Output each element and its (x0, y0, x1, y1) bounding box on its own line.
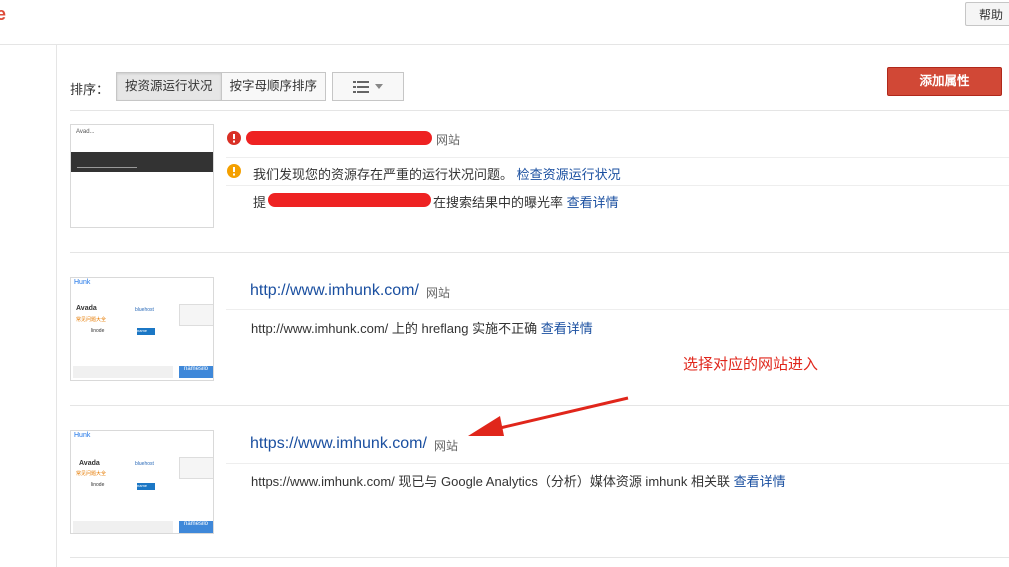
sort-toggle-group: 按资源运行状况 按字母顺序排序 (116, 72, 327, 101)
thumb-namesilo: namesilo (179, 521, 213, 533)
toolbar-divider (70, 110, 1009, 111)
property-thumbnail[interactable]: Hunk Avada bluehost 常见问题大全 linode name n… (70, 430, 214, 534)
thumb-logo: Hunk (74, 279, 91, 286)
sort-label: 排序： (70, 82, 110, 97)
row-divider (226, 309, 1009, 310)
view-mode-dropdown[interactable] (332, 72, 404, 101)
thumb-avada: Avada (76, 305, 97, 312)
brand-logo-fragment[interactable]: e (0, 4, 6, 25)
annotation-label: 选择对应的网站进入 (683, 356, 819, 373)
property-divider (70, 252, 1009, 253)
thumb-faq: 常见问题大全 (76, 471, 107, 477)
thumbnail-title: Avad... (76, 129, 95, 135)
row-divider (226, 463, 1009, 464)
property-divider (70, 557, 1009, 558)
thumb-linode: linode (91, 328, 105, 334)
property-message: https://www.imhunk.com/ 现已与 Google Analy… (251, 471, 786, 490)
view-details-link[interactable]: 查看详情 (567, 195, 619, 210)
chevron-down-icon (375, 84, 383, 89)
sidebar-divider (56, 44, 57, 567)
sort-alphabetical-button[interactable]: 按字母顺序排序 (221, 72, 327, 101)
redacted-url (246, 131, 432, 145)
thumb-avada: Avada (79, 460, 100, 467)
info-prefix: 提 (253, 195, 267, 210)
row-divider (226, 185, 1009, 186)
sort-by-health-button[interactable]: 按资源运行状况 (116, 72, 222, 101)
annotation-arrow (468, 396, 629, 436)
view-details-link[interactable]: 查看详情 (541, 321, 593, 336)
check-health-link[interactable]: 检查资源运行状况 (517, 167, 621, 182)
header-divider (0, 44, 1009, 45)
hreflang-message-text: http://www.imhunk.com/ 上的 hreflang 实施不正确 (251, 321, 538, 336)
property-message: http://www.imhunk.com/ 上的 hreflang 实施不正确… (251, 318, 593, 337)
thumb-logo: Hunk (74, 432, 91, 439)
thumb-linode: linode (91, 482, 105, 488)
health-alert-message: 我们发现您的资源存在严重的运行状况问题。 检查资源运行状况 (253, 164, 621, 183)
analytics-message-text: https://www.imhunk.com/ 现已与 Google Analy… (251, 474, 730, 489)
property-thumbnail[interactable]: Hunk Avada bluehost 常见问题大全 linode name n… (70, 277, 214, 381)
redacted-url (268, 193, 431, 207)
help-button[interactable]: 帮助 (965, 2, 1009, 26)
property-type: 网站 (436, 133, 461, 147)
property-thumbnail[interactable]: Avad... (70, 124, 214, 228)
thumb-faq: 常见问题大全 (76, 317, 107, 323)
health-alert-text: 我们发现您的资源存在严重的运行状况问题。 (253, 167, 514, 182)
info-message: 在搜索结果中的曝光率 查看详情 (433, 192, 619, 211)
thumb-namesilo: namesilo (179, 366, 213, 378)
property-type: 网站 (426, 286, 451, 300)
warning-icon (227, 164, 241, 178)
row-divider (226, 157, 1009, 158)
property-url-link[interactable]: http://www.imhunk.com/ (250, 282, 419, 300)
property-url-link[interactable]: https://www.imhunk.com/ (250, 435, 427, 453)
view-details-link[interactable]: 查看详情 (734, 474, 786, 489)
add-property-button[interactable]: 添加属性 (887, 67, 1002, 96)
property-type: 网站 (434, 439, 459, 453)
list-view-icon (353, 80, 369, 93)
info-message-text: 在搜索结果中的曝光率 (433, 195, 564, 210)
thumb-name: name (137, 328, 155, 335)
thumb-bluehost: bluehost (135, 461, 154, 467)
thumb-bluehost: bluehost (135, 307, 154, 313)
error-icon (227, 131, 241, 145)
thumb-name: name (137, 483, 155, 490)
